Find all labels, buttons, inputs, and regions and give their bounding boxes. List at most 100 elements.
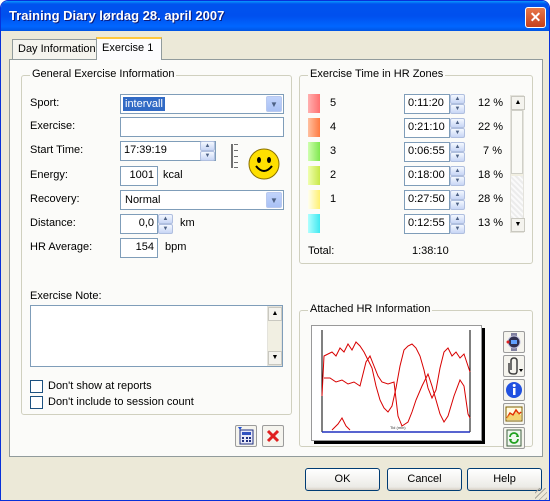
calculator-button[interactable] <box>235 425 257 447</box>
distance-stepper[interactable]: ▲ ▼ <box>158 214 173 234</box>
zone-2-percent: 18 % <box>478 169 504 181</box>
zone-0-percent: 13 % <box>478 217 504 229</box>
close-button[interactable]: ✕ <box>525 7 546 28</box>
chevron-down-icon[interactable]: ▼ <box>266 192 282 208</box>
delete-x-icon <box>266 429 280 443</box>
start-time-stepper[interactable]: ▲ ▼ <box>200 141 215 161</box>
exercise-tab-panel: General Exercise Information Sport: inte… <box>9 59 543 457</box>
title-bar: Training Diary lørdag 28. april 2007 ✕ <box>1 1 549 31</box>
zone-3-stepper[interactable]: ▲ ▼ <box>450 142 465 162</box>
zone-2-color-swatch <box>308 166 320 185</box>
training-diary-window: Training Diary lørdag 28. april 2007 ✕ D… <box>0 0 550 501</box>
chart-footer: Tid (min) <box>390 425 406 430</box>
ok-button[interactable]: OK <box>305 468 380 491</box>
hr-curve-preview[interactable]: Tid (min) <box>311 325 482 441</box>
scroll-up-icon[interactable]: ▲ <box>268 307 282 321</box>
info-icon <box>506 382 522 398</box>
smiley-face-icon[interactable] <box>248 148 280 180</box>
hr-average-input[interactable]: 154 <box>120 238 158 258</box>
recovery-value: Normal <box>125 194 161 206</box>
start-time-label: Start Time: <box>30 144 84 156</box>
tab-exercise-1[interactable]: Exercise 1 <box>96 37 162 60</box>
zones-scrollbar[interactable]: ▲ ▼ <box>510 95 525 233</box>
zone-2-time-input[interactable]: 0:18:00 <box>404 166 450 186</box>
zone-2-stepper[interactable]: ▲ ▼ <box>450 166 465 186</box>
hr-zones-legend: Exercise Time in HR Zones <box>308 68 446 80</box>
general-exercise-group: General Exercise Information Sport: inte… <box>21 68 292 415</box>
mood-level-indicator[interactable] <box>225 142 241 170</box>
window-title: Training Diary lørdag 28. april 2007 <box>9 8 225 23</box>
sport-label: Sport: <box>30 97 60 109</box>
dont-include-label: Don't include to session count <box>48 396 194 408</box>
zones-scroll-thumb[interactable] <box>511 110 523 174</box>
zone-5-label: 5 <box>330 97 337 109</box>
zone-5-color-swatch <box>308 94 320 113</box>
delete-button[interactable] <box>262 425 284 447</box>
zone-3-percent: 7 % <box>483 145 502 157</box>
heart-rate-monitor-button[interactable] <box>503 331 525 353</box>
energy-label: Energy: <box>30 169 68 181</box>
note-scrollbar[interactable]: ▲ ▼ <box>267 306 282 366</box>
zone-1-percent: 28 % <box>478 193 504 205</box>
recovery-label: Recovery: <box>30 193 80 205</box>
zone-0-time-input[interactable]: 0:12:55 <box>404 214 450 234</box>
zone-5-time-input[interactable]: 0:11:20 <box>404 94 450 114</box>
chevron-down-icon[interactable]: ▼ <box>266 96 282 112</box>
sport-value: intervall <box>123 97 165 111</box>
zone-4-color-swatch <box>308 118 320 137</box>
scroll-down-icon[interactable]: ▼ <box>511 218 525 232</box>
zone-4-time-input[interactable]: 0:21:10 <box>404 118 450 138</box>
hr-average-unit: bpm <box>165 241 187 253</box>
refresh-icon <box>506 429 522 447</box>
zone-3-time-input[interactable]: 0:06:55 <box>404 142 450 162</box>
calculator-icon <box>238 427 254 445</box>
exercise-note-textarea[interactable] <box>30 305 283 367</box>
dont-show-checkbox[interactable] <box>30 380 43 393</box>
total-label: Total: <box>308 245 335 257</box>
paperclip-icon <box>508 357 523 375</box>
exercise-input[interactable] <box>120 117 284 137</box>
zone-5-stepper[interactable]: ▲ ▼ <box>450 94 465 114</box>
sport-select[interactable]: intervall ▼ <box>120 94 284 114</box>
refresh-button[interactable] <box>503 427 525 449</box>
hr-analysis-button[interactable] <box>503 403 525 425</box>
zone-4-percent: 22 % <box>478 121 504 133</box>
zone-0-stepper[interactable]: ▲ ▼ <box>450 214 465 234</box>
dont-show-label: Don't show at reports <box>48 380 152 392</box>
zone-3-color-swatch <box>308 142 320 161</box>
recovery-select[interactable]: Normal ▼ <box>120 190 284 210</box>
distance-input[interactable]: 0,0 <box>120 214 158 234</box>
exercise-label: Exercise: <box>30 120 76 132</box>
general-exercise-legend: General Exercise Information <box>30 68 177 80</box>
total-value: 1:38:10 <box>412 245 449 257</box>
zone-5-percent: 12 % <box>478 97 504 109</box>
zone-4-stepper[interactable]: ▲ ▼ <box>450 118 465 138</box>
help-button[interactable]: Help <box>467 468 542 491</box>
hr-average-label: HR Average: <box>30 241 93 253</box>
energy-unit: kcal <box>163 169 183 181</box>
scroll-track <box>511 176 523 218</box>
wrist-monitor-icon <box>506 333 521 351</box>
exercise-note-label: Exercise Note: <box>30 290 102 302</box>
dont-include-checkbox[interactable] <box>30 396 43 409</box>
info-button[interactable] <box>503 379 525 401</box>
attached-hr-group: Attached HR Information Tid (min) <box>299 303 533 449</box>
scroll-up-icon[interactable]: ▲ <box>511 96 525 110</box>
zone-0-color-swatch <box>308 214 320 233</box>
zone-4-label: 4 <box>330 121 337 133</box>
tab-day-information[interactable]: Day Information <box>12 39 102 59</box>
zone-1-stepper[interactable]: ▲ ▼ <box>450 190 465 210</box>
zone-1-color-swatch <box>308 190 320 209</box>
graph-chart-icon <box>505 406 523 422</box>
attach-file-button[interactable] <box>503 355 525 377</box>
distance-unit: km <box>180 217 195 229</box>
energy-input[interactable]: 1001 <box>120 166 158 186</box>
scroll-down-icon[interactable]: ▼ <box>268 351 282 365</box>
attached-hr-legend: Attached HR Information <box>308 303 433 315</box>
zone-1-label: 1 <box>330 193 337 205</box>
resize-grip[interactable] <box>535 488 547 500</box>
distance-label: Distance: <box>30 217 76 229</box>
cancel-button[interactable]: Cancel <box>387 468 462 491</box>
zone-1-time-input[interactable]: 0:27:50 <box>404 190 450 210</box>
hr-curve-graph: Tid (min) <box>321 330 471 433</box>
